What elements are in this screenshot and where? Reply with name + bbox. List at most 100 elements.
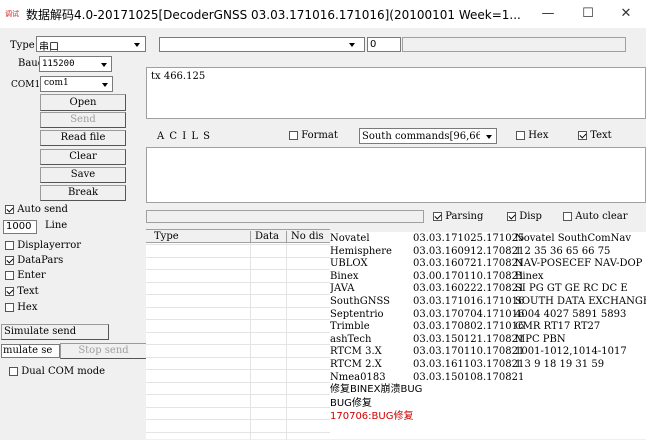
decoder-row[interactable]: Septentrio 03.03.170704.171016 4004 4027 5… <box>330 309 646 321</box>
dual-com-checkbox[interactable]: Dual COM mode <box>9 366 105 377</box>
send-text-area[interactable]: tx 466.125 <box>146 67 646 119</box>
note-row[interactable]: 修复BINEX崩溃BUG <box>330 384 422 396</box>
save-button[interactable]: Save <box>40 167 126 183</box>
decoder-name: Hemisphere <box>330 245 392 257</box>
top-number-input[interactable]: 0 <box>367 37 401 52</box>
auto-clear-label: Auto clear <box>575 211 628 222</box>
decoder-version: 03.00.170110.170821 <box>413 270 525 282</box>
decoder-version: 03.03.170110.170821 <box>413 346 525 358</box>
auto-clear-checkbox[interactable]: Auto clear <box>563 211 646 222</box>
data-table: Type Data No dis <box>146 229 330 440</box>
decoder-info: CMR RT17 RT27 <box>515 321 601 333</box>
checkbox-unchecked-icon <box>563 212 572 221</box>
table-header: Type Data No dis <box>146 230 330 243</box>
chevron-down-icon <box>486 135 492 139</box>
column-header-type[interactable]: Type <box>154 231 179 242</box>
minimize-button[interactable]: — <box>528 0 568 28</box>
decoder-row[interactable]: Nmea0183 03.03.150108.170821 <box>330 372 646 384</box>
decoder-version: 03.03.171016.171016 <box>413 296 525 307</box>
format-label: Format <box>301 130 338 141</box>
data-pars-label: DataPars <box>17 255 64 266</box>
stop-send-button[interactable]: Stop send <box>60 343 147 359</box>
decoder-version: 03.03.170704.171016 <box>413 308 525 320</box>
display-error-checkbox[interactable]: Displayerror <box>5 240 81 251</box>
com-label: COM1 <box>11 80 41 90</box>
decoder-row[interactable]: ashTech 03.03.150121.170821 MPC PBN <box>330 334 646 346</box>
close-button[interactable]: ✕ <box>606 0 646 28</box>
read-file-button[interactable]: Read file <box>40 130 126 146</box>
simulate-send-button[interactable]: Simulate send <box>1 324 109 340</box>
decoder-version: 03.03.170802.171016 <box>413 321 525 333</box>
table-grid-line <box>146 244 330 245</box>
simulate-send-input[interactable]: mulate se <box>1 344 60 358</box>
decoder-row[interactable]: RTCM 2.X 03.03.161103.170821 1 3 9 18 19 3… <box>330 359 646 371</box>
decoder-info: NAV-POSECEF NAV-DOP <box>515 258 643 270</box>
decoder-name: JAVA <box>330 283 355 295</box>
table-grid-line <box>146 281 330 283</box>
checkbox-unchecked-icon <box>5 303 14 312</box>
decoder-info: 1 3 9 18 19 31 59 <box>515 359 605 370</box>
decoder-row[interactable]: Hemisphere 03.03.160912.170821 1 2 35 36 6… <box>330 246 646 258</box>
send-button[interactable]: Send <box>40 112 126 128</box>
table-grid-line <box>146 369 330 370</box>
decoder-row[interactable]: Binex 03.00.170110.170821 Binex <box>330 271 646 283</box>
format-checkbox[interactable]: Format <box>289 130 338 141</box>
parsing-label: Parsing <box>445 211 484 222</box>
receive-text-area[interactable] <box>146 147 646 203</box>
decoder-name: Trimble <box>330 321 370 333</box>
decoder-row[interactable]: UBLOX 03.03.160721.170821 NAV-POSECEF NAV-… <box>330 258 646 270</box>
break-button[interactable]: Break <box>40 185 126 201</box>
table-grid-line <box>146 256 330 258</box>
line-count-value: 1000 <box>6 221 32 232</box>
com-select[interactable]: com1 <box>40 76 113 92</box>
decoder-version: 03.03.171025.171025 <box>413 233 525 244</box>
south-commands-value: South commands[96,66 <box>362 131 480 142</box>
disp-label: Disp <box>519 211 542 222</box>
hex-mid-checkbox[interactable]: Hex <box>516 130 548 141</box>
decoder-row[interactable]: Novatel 03.03.171025.171025 Novatel SouthC… <box>330 233 646 245</box>
maximize-button[interactable]: ☐ <box>568 0 608 28</box>
top-combo[interactable] <box>159 37 365 52</box>
table-grid-line <box>146 344 330 345</box>
decoder-name: RTCM 3.X <box>330 346 382 358</box>
decoder-info: MPC PBN <box>515 333 566 345</box>
decoder-list[interactable]: Novatel 03.03.171025.171025 Novatel SouthC… <box>330 232 646 439</box>
clear-button[interactable]: Clear <box>40 149 126 165</box>
text-checkbox[interactable]: Text <box>5 286 39 297</box>
decoder-name: RTCM 2.X <box>330 359 382 370</box>
hex-checkbox[interactable]: Hex <box>5 302 37 313</box>
decoder-row[interactable]: JAVA 03.03.160222.170821 SI PG GT GE RC DC… <box>330 283 646 295</box>
decoder-name: Novatel <box>330 233 370 244</box>
decoder-version: 03.03.150121.170821 <box>413 333 525 345</box>
window-title: 数据解码4.0-20171025[DecoderGNSS 03.03.17101… <box>26 8 521 22</box>
parsing-checkbox[interactable]: Parsing <box>433 211 483 222</box>
type-select[interactable]: 串口 <box>36 36 146 53</box>
open-button[interactable]: Open <box>40 94 126 111</box>
checkbox-unchecked-icon <box>5 241 14 250</box>
decoder-row[interactable]: Trimble 03.03.170802.171016 CMR RT17 RT27 <box>330 321 646 333</box>
decoder-row[interactable]: RTCM 3.X 03.03.170110.170821 1001-1012,101… <box>330 346 646 358</box>
table-grid-line <box>146 306 330 308</box>
column-header-data[interactable]: Data <box>250 231 279 243</box>
decoder-name: Septentrio <box>330 308 384 320</box>
decoder-name: ashTech <box>330 333 372 345</box>
enter-checkbox[interactable]: Enter <box>5 270 46 281</box>
note-row[interactable]: BUG修复 <box>330 398 372 410</box>
acils-label: A C I L S <box>157 131 212 142</box>
line-count-input[interactable]: 1000 <box>3 220 37 234</box>
disp-checkbox[interactable]: Disp <box>507 211 542 222</box>
text-mid-checkbox[interactable]: Text <box>578 130 612 141</box>
decoder-row[interactable]: SouthGNSS 03.03.171016.171016 SOUTH DATA E… <box>330 296 646 308</box>
auto-send-checkbox[interactable]: Auto send <box>5 204 68 215</box>
data-pars-checkbox[interactable]: DataPars <box>5 255 63 266</box>
note-row[interactable]: 170706:BUG修复 <box>330 411 413 423</box>
line-label: Line <box>45 220 68 231</box>
checkbox-unchecked-icon <box>5 271 14 280</box>
south-commands-select[interactable]: South commands[96,66 <box>359 128 497 144</box>
send-text-value: tx 466.125 <box>151 71 206 82</box>
top-number-value: 0 <box>370 39 377 50</box>
column-header-no-dis[interactable]: No dis <box>286 231 326 243</box>
baud-select[interactable]: 115200 <box>39 56 112 72</box>
type-label: Type <box>10 40 35 51</box>
decoder-info: SI PG GT GE RC DC E <box>515 283 628 295</box>
